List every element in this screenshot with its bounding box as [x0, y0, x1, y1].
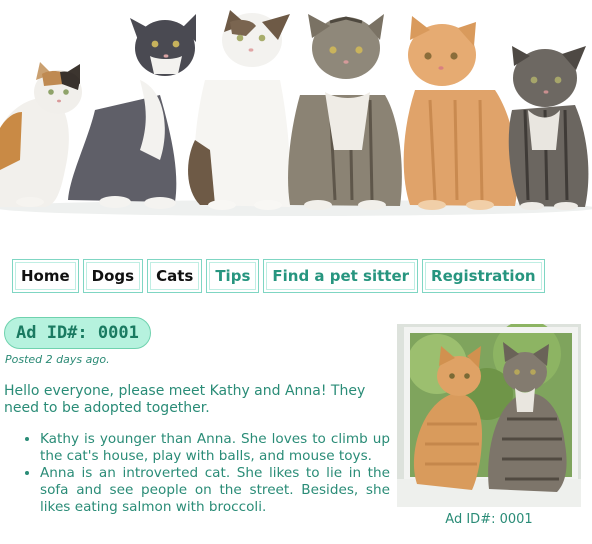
ad-photo [397, 324, 581, 507]
main-nav: Home Dogs Cats Tips Find a pet sitter Re… [11, 258, 546, 294]
nav-home-button[interactable]: Home [11, 258, 80, 294]
cats-banner-image [0, 0, 592, 222]
posted-time: Posted 2 days ago. [5, 353, 110, 366]
nav-tips-button[interactable]: Tips [205, 258, 261, 294]
list-item: Kathy is younger than Anna. She loves to… [40, 431, 390, 465]
nav-find-pet-sitter-button[interactable]: Find a pet sitter [262, 258, 420, 294]
photo-caption: Ad ID#: 0001 [445, 512, 533, 527]
page: Home Dogs Cats Tips Find a pet sitter Re… [0, 0, 592, 544]
ad-intro-text: Hello everyone, please meet Kathy and An… [4, 383, 366, 416]
ad-details-list: Kathy is younger than Anna. She loves to… [22, 431, 390, 516]
nav-registration-button[interactable]: Registration [421, 258, 546, 294]
nav-dogs-button[interactable]: Dogs [81, 258, 145, 294]
ad-id-badge: Ad ID#: 0001 [4, 317, 151, 349]
list-item: Anna is an introverted cat. She likes to… [40, 465, 390, 516]
nav-cats-button[interactable]: Cats [146, 258, 204, 294]
